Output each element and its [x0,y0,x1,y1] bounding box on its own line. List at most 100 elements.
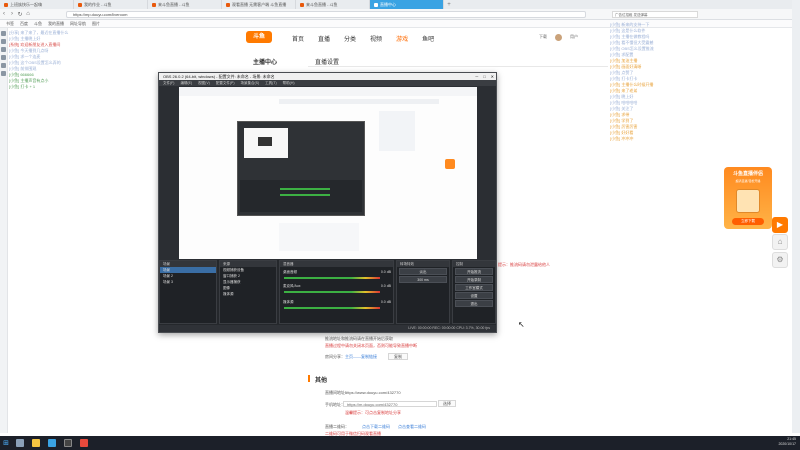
browser-tab[interactable]: 上班族快乐一起嗨 [0,0,74,9]
obs-icon[interactable] [64,439,72,447]
new-tab-button[interactable]: + [444,2,454,8]
minimize-icon[interactable]: ─ [475,73,478,80]
qr-view-link[interactable]: 点击查看二维码 [398,424,426,430]
douyu-favicon-icon [374,2,378,7]
promo-card[interactable]: 斗鱼直播伴侣 超清直播 轻松开播 立即下载 [724,167,772,229]
mobile-hint: 温馨提示：可点击复制地址分享 [345,410,401,415]
copy-share-button[interactable]: 复制 [388,353,408,360]
mixer-title: 混音器 [280,261,393,267]
left-chat-list: [分享] 来了来了，最近在直播什么 [小鱼] 主播晚上好 [系统] 欢迎新朋友进入直… [9,30,149,90]
system-tray-clock[interactable]: 21:45 2020/10/17 [778,437,796,447]
preview-browser-bar [179,87,477,96]
browser-icon[interactable] [48,439,56,447]
mixer-channel-db: 0.0 dB [380,270,391,274]
site-header: 斗鱼 首页 直播 分类 视频 游戏 鱼吧 下载 用户 [148,28,578,48]
chat-message: [小鱼] 打卡 + 1 [9,84,36,89]
share-label: 房间分享： [325,354,345,359]
main-nav: 首页 直播 分类 视频 游戏 鱼吧 [292,34,434,43]
settings-button[interactable]: 设置 [455,292,493,299]
bookmark-item[interactable]: 我的直播 [48,21,64,27]
transition-select[interactable]: 淡出 [399,268,447,275]
warning-text: 直播过程中请勿关闭本页面，否则可能导致直播中断 [325,343,417,348]
source-item[interactable]: 媒体源 [220,291,276,297]
browser-tab[interactable]: 我的作业 - 斗鱼 [74,0,148,9]
browser-tab[interactable]: 观看直播 无需客户端 斗鱼直播 [222,0,296,9]
share-link[interactable]: 主页——复制链接 [345,354,377,360]
obs-menu-item[interactable]: 视图(V) [198,80,210,86]
nav-item-category[interactable]: 分类 [344,34,356,43]
app-icon[interactable] [80,439,88,447]
bookmark-item[interactable]: 斗鱼 [34,21,42,27]
transitions-dock: 转场特效 淡出 300 ms [396,260,450,324]
duration-input[interactable]: 300 ms [399,276,447,283]
bookmark-item[interactable]: 图片 [92,21,100,27]
nav-item-home[interactable]: 首页 [292,34,304,43]
obs-menu-item[interactable]: 帮助(H) [283,80,295,86]
maximize-icon[interactable]: □ [483,73,485,80]
nav-item-fishbar[interactable]: 鱼吧 [422,34,434,43]
url-input[interactable]: https://mp.douyu.com/liveroom [66,11,586,18]
clock-date: 2020/10/17 [778,442,796,446]
mixer-channel-db: 0.0 dB [380,300,391,304]
douyu-logo[interactable]: 斗鱼 [246,31,272,43]
sidenav-title: 主播中心 [253,60,278,66]
transitions-title: 转场特效 [397,261,449,267]
studio-mode-button[interactable]: 工作室模式 [455,284,493,291]
scene-item[interactable]: 场景 3 [160,279,216,285]
start-recording-button[interactable]: 开始录制 [455,276,493,283]
file-explorer-icon[interactable] [32,439,40,447]
avatar[interactable] [555,34,562,41]
right-scrollbar[interactable] [792,0,800,433]
bookmark-item[interactable]: 百度 [20,21,28,27]
bookmark-item[interactable]: 书签 [6,21,14,27]
tool-icon[interactable] [1,47,6,52]
obs-window[interactable]: OBS 26.0.2 (64-bit, windows) - 配置文件: 未命名… [158,72,497,333]
obs-menu-item[interactable]: 场景集合(S) [241,80,260,86]
preview-side-panel [379,111,415,151]
obs-preview-canvas[interactable] [179,87,477,259]
tool-icon[interactable] [1,31,6,36]
start-streaming-button[interactable]: 开始推流 [455,268,493,275]
promo-app-icon [736,189,760,213]
nested-obs-docks [240,180,362,212]
mobile-address-select[interactable]: 选择 [438,400,456,407]
controls-dock: 控制 开始推流 开始录制 工作室模式 设置 退出 [452,260,496,324]
browser-tab-active[interactable]: 直播中心 [370,0,444,9]
exit-button[interactable]: 退出 [455,300,493,307]
refresh-icon[interactable]: ↻ [16,11,24,18]
task-view-icon[interactable] [16,439,24,447]
preview-header-strip [279,99,439,104]
danmaku-input[interactable]: 广告位招租 发送弹幕 [612,11,698,18]
bookmark-item[interactable]: 网址导航 [70,21,86,27]
obs-title-bar[interactable]: OBS 26.0.2 (64-bit, windows) - 配置文件: 未命名… [159,73,496,80]
obs-menu-item[interactable]: 配置文件(P) [216,80,235,86]
back-arrow-icon[interactable]: ‹ [0,11,8,17]
browser-tab[interactable]: 来斗鱼直播 - 斗鱼 [296,0,370,9]
tool-icon[interactable] [1,71,6,76]
tool-icon[interactable] [1,55,6,60]
obs-menu-item[interactable]: 编辑(E) [180,80,192,86]
mobile-address-input[interactable]: https://m.douyu.com/432770 [343,401,437,407]
tool-icon[interactable] [1,39,6,44]
nav-item-game[interactable]: 游戏 [396,34,408,43]
browser-tab[interactable]: 来斗鱼直播 - 斗鱼 [148,0,222,9]
obs-menu-item[interactable]: 文件(F) [163,80,174,86]
close-icon[interactable]: ✕ [491,73,494,80]
promo-download-button[interactable]: 立即下载 [732,218,764,225]
home-float-icon[interactable]: ⌂ [772,234,788,250]
mixer-meter-bar [284,307,380,309]
download-link[interactable]: 下载 [539,34,547,41]
obs-menu-item[interactable]: 工具(T) [265,80,276,86]
tool-icon[interactable] [1,63,6,68]
forward-arrow-icon[interactable]: › [8,11,16,17]
qr-download-link[interactable]: 点击下载二维码 [362,424,390,430]
home-icon[interactable]: ⌂ [24,11,32,17]
user-name[interactable]: 用户 [570,34,578,41]
windows-start-icon[interactable]: ⊞ [0,436,12,450]
obs-menu-bar: 文件(F) 编辑(E) 视图(V) 配置文件(P) 场景集合(S) 工具(T) 帮助(H) [159,80,496,86]
nav-item-video[interactable]: 视频 [370,34,382,43]
nested-obs-preview [237,121,365,216]
settings-float-icon[interactable]: ⚙ [772,252,788,268]
nav-item-live[interactable]: 直播 [318,34,330,43]
live-float-icon[interactable]: ▶ [772,217,788,233]
